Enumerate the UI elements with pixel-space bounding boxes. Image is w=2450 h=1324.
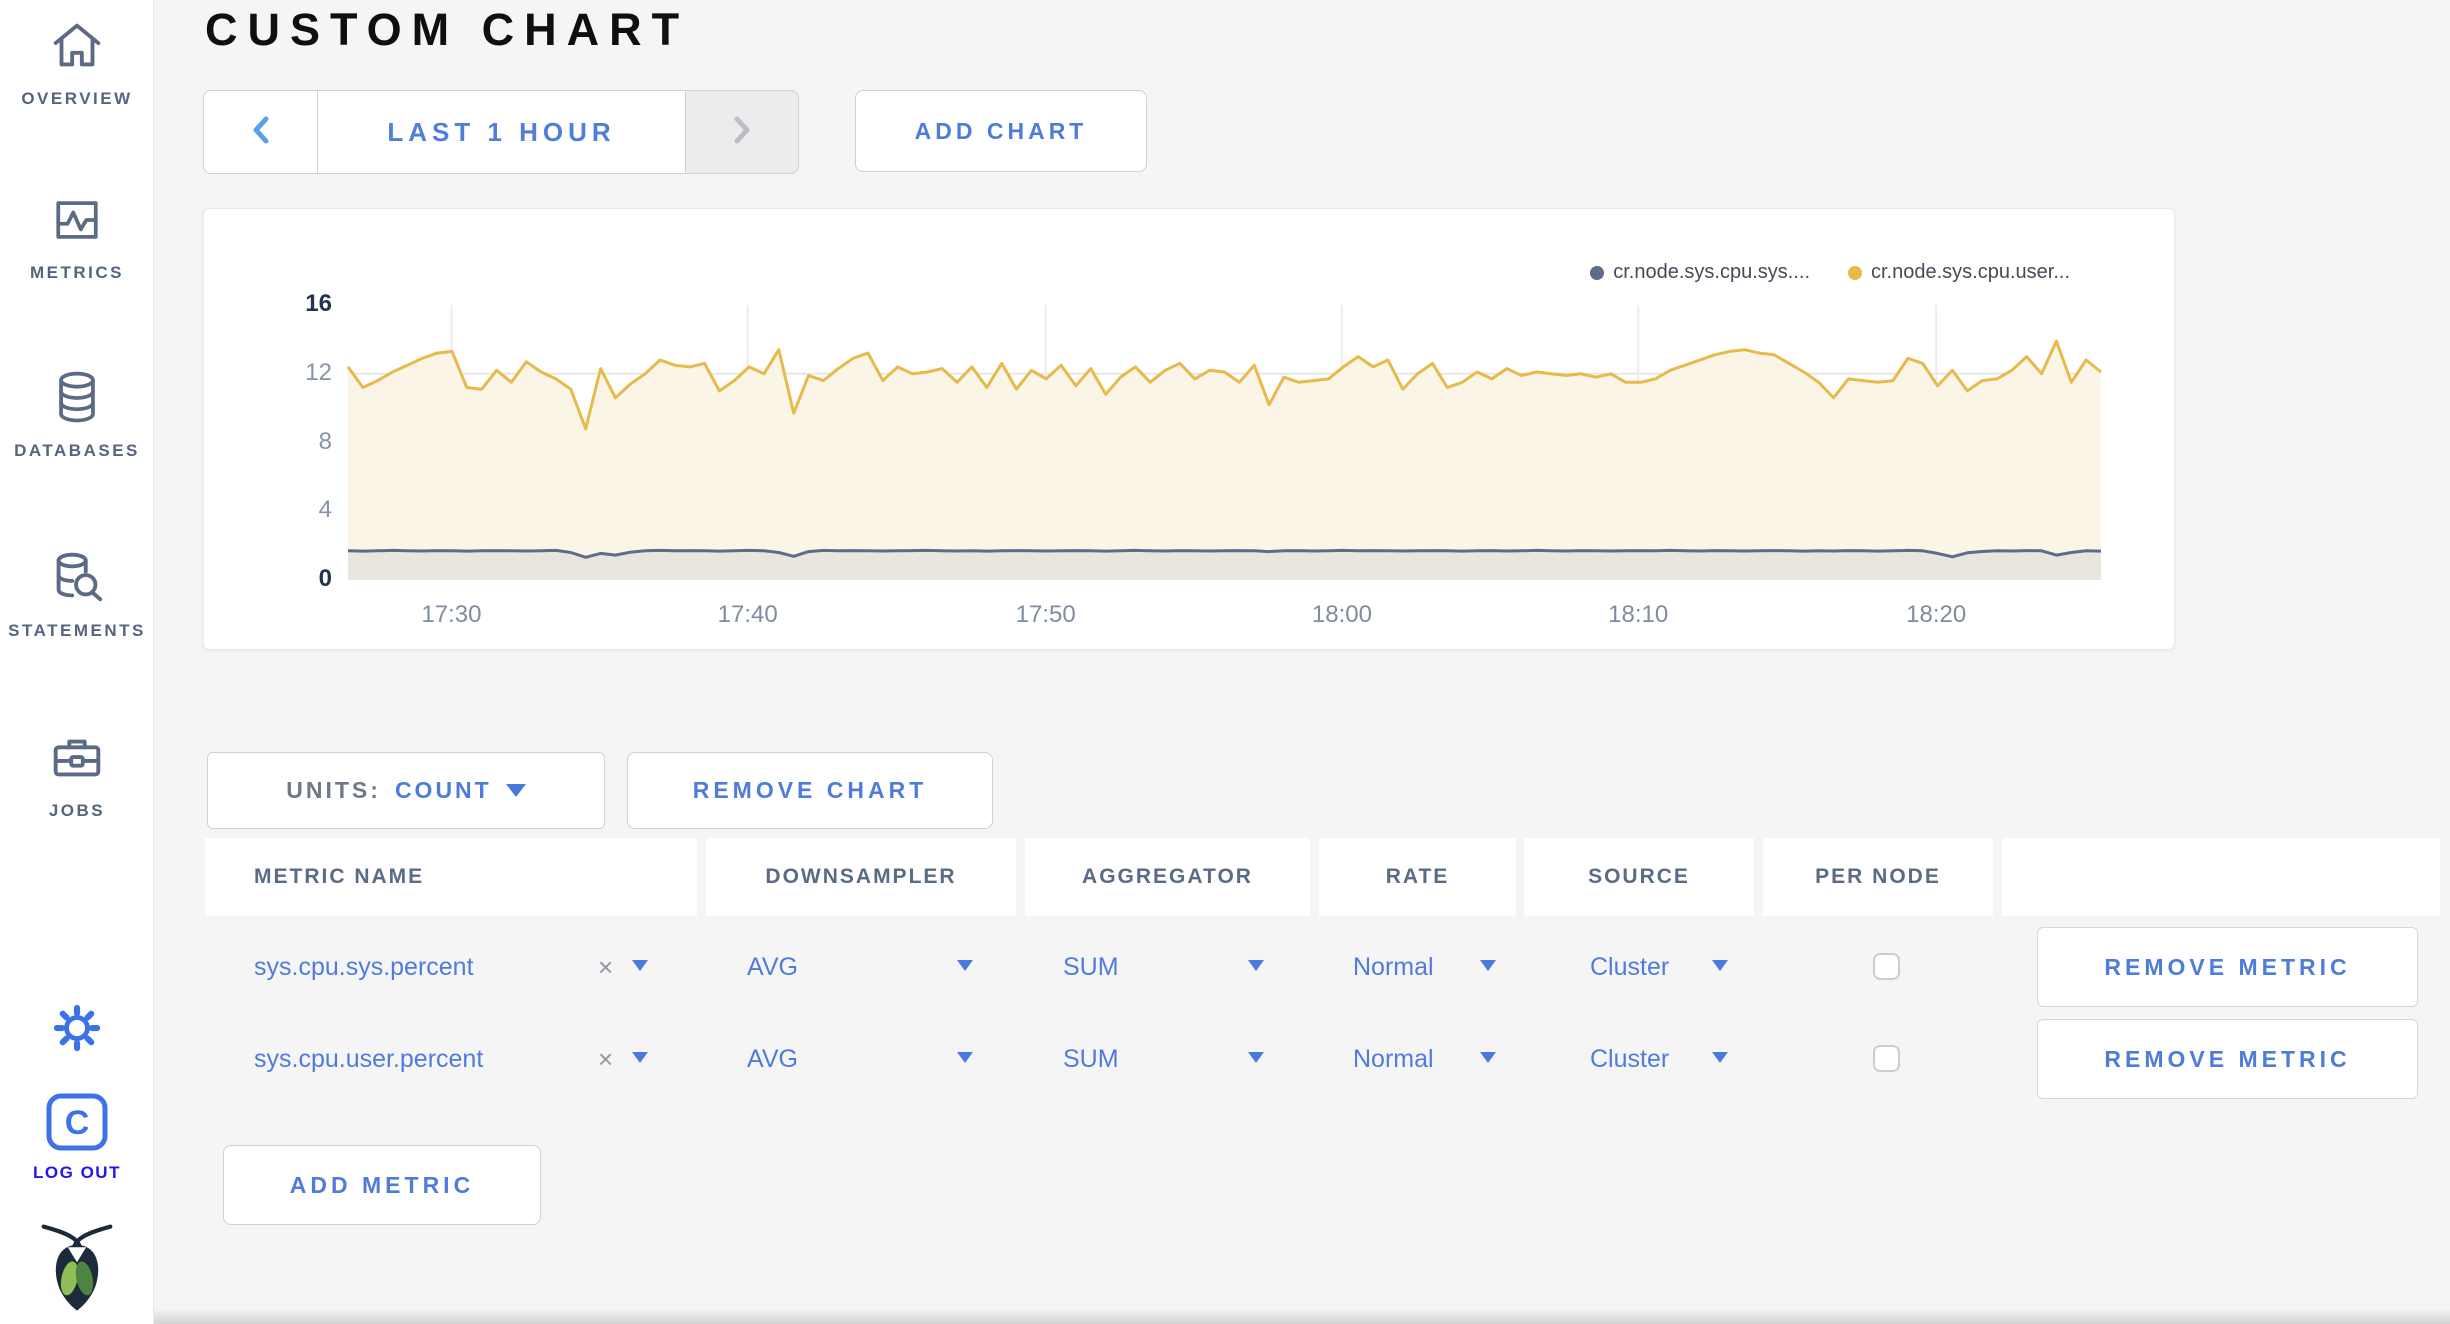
aggregator-caret-icon[interactable] (1248, 960, 1264, 971)
sidebar-item-jobs[interactable]: JOBS (0, 726, 154, 821)
aggregator-value[interactable]: SUM (1063, 1019, 1119, 1099)
home-icon (46, 14, 108, 81)
y-tick-label: 16 (305, 290, 332, 317)
x-tick-label: 18:00 (1311, 601, 1372, 628)
y-tick-label: 12 (305, 358, 332, 386)
legend-item-sys[interactable]: cr.node.sys.cpu.sys.... (1590, 261, 1810, 284)
column-header-source: SOURCE (1524, 838, 1754, 916)
y-tick-label: 0 (318, 565, 332, 592)
column-header-per-node: PER NODE (1763, 838, 1993, 916)
metric-name-value[interactable]: sys.cpu.sys.percent (254, 927, 474, 1007)
gear-icon (49, 1000, 105, 1061)
time-window-value[interactable]: LAST 1 HOUR (317, 90, 685, 174)
units-dropdown[interactable]: UNITS: COUNT (207, 752, 605, 829)
rate-caret-icon[interactable] (1480, 1052, 1496, 1063)
column-header-metric-name: METRIC NAME (205, 838, 697, 916)
add-chart-button[interactable]: ADD CHART (855, 90, 1147, 172)
source-value[interactable]: Cluster (1590, 1019, 1669, 1099)
add-metric-button[interactable]: ADD METRIC (223, 1145, 541, 1225)
legend-dot-icon (1590, 265, 1605, 280)
chevron-left-icon (250, 115, 272, 150)
chevron-down-icon (505, 784, 526, 797)
sidebar-item-metrics[interactable]: METRICS (0, 190, 154, 283)
sidebar-item-label: METRICS (30, 263, 124, 282)
aggregator-value[interactable]: SUM (1063, 927, 1119, 1007)
sidebar-item-label: STATEMENTS (8, 621, 146, 640)
time-window-selector: LAST 1 HOUR (203, 90, 799, 174)
legend-label: cr.node.sys.cpu.user... (1871, 261, 2070, 283)
aggregator-caret-icon[interactable] (1248, 1052, 1264, 1063)
svg-text:C: C (65, 1104, 90, 1142)
per-node-checkbox[interactable] (1873, 1045, 1900, 1072)
y-tick-label: 4 (318, 496, 332, 524)
chart-card: 0 4 8 12 16 17:30 17:40 17:50 18:00 18:10 18:20 c… (203, 208, 2175, 650)
metric-name-value[interactable]: sys.cpu.user.percent (254, 1019, 483, 1099)
logout-label: LOG OUT (33, 1163, 121, 1182)
column-header-rate: RATE (1319, 838, 1516, 916)
chart-legend: cr.node.sys.cpu.sys.... cr.node.sys.cpu.… (1590, 261, 2070, 284)
briefcase-icon (46, 726, 108, 793)
y-tick-label: 8 (318, 427, 332, 455)
table-row: sys.cpu.user.percent × AVG SUM Normal Cl… (205, 1019, 2440, 1099)
settings-button[interactable] (0, 1000, 154, 1061)
legend-item-user[interactable]: cr.node.sys.cpu.user... (1848, 261, 2070, 284)
sidebar-item-label: DATABASES (14, 441, 140, 460)
sidebar-item-databases[interactable]: DATABASES (0, 366, 154, 461)
x-tick-label: 18:10 (1608, 601, 1669, 628)
downsampler-value[interactable]: AVG (747, 1019, 798, 1099)
time-window-prev-button[interactable] (203, 90, 317, 174)
rate-value[interactable]: Normal (1353, 1019, 1434, 1099)
clear-metric-icon[interactable]: × (598, 927, 613, 1007)
sidebar-item-label: JOBS (48, 801, 106, 820)
page-title: CUSTOM CHART (205, 4, 690, 55)
sidebar-item-overview[interactable]: OVERVIEW (0, 14, 154, 109)
units-value: COUNT (394, 777, 492, 803)
rate-caret-icon[interactable] (1480, 960, 1496, 971)
remove-metric-button[interactable]: REMOVE METRIC (2037, 1019, 2418, 1099)
x-tick-label: 17:50 (1015, 601, 1076, 628)
units-label: UNITS: (286, 777, 381, 803)
bottom-scroll-shadow (154, 1308, 2450, 1324)
time-window-next-button[interactable] (685, 90, 799, 174)
sidebar: OVERVIEW METRICS DATABASES STATEMENTS JO… (0, 0, 154, 1324)
legend-dot-icon (1848, 265, 1862, 280)
rate-value[interactable]: Normal (1353, 927, 1434, 1007)
column-header-downsampler: DOWNSAMPLER (706, 838, 1016, 916)
downsampler-caret-icon[interactable] (957, 1052, 973, 1063)
table-row: sys.cpu.sys.percent × AVG SUM Normal Clu… (205, 927, 2440, 1007)
column-header-aggregator: AGGREGATOR (1025, 838, 1310, 916)
logout-button[interactable]: C LOG OUT (0, 1092, 154, 1183)
cockroach-c-icon: C (45, 1092, 109, 1157)
legend-label: cr.node.sys.cpu.sys.... (1613, 261, 1810, 283)
source-value[interactable]: Cluster (1590, 927, 1669, 1007)
remove-chart-button[interactable]: REMOVE CHART (627, 752, 993, 829)
downsampler-value[interactable]: AVG (747, 927, 798, 1007)
x-tick-label: 17:30 (421, 601, 482, 628)
remove-metric-button[interactable]: REMOVE METRIC (2037, 927, 2418, 1007)
per-node-checkbox[interactable] (1873, 953, 1900, 980)
column-header-actions (2002, 838, 2440, 916)
metric-dropdown-caret-icon[interactable] (632, 960, 648, 971)
metrics-icon (47, 190, 107, 255)
x-tick-label: 18:20 (1906, 601, 1967, 628)
statements-icon (46, 546, 108, 613)
source-caret-icon[interactable] (1712, 1052, 1728, 1063)
x-tick-label: 17:40 (717, 601, 778, 628)
clear-metric-icon[interactable]: × (598, 1019, 613, 1099)
source-caret-icon[interactable] (1712, 960, 1728, 971)
sidebar-item-statements[interactable]: STATEMENTS (0, 546, 154, 641)
sidebar-item-label: OVERVIEW (21, 89, 133, 108)
metric-dropdown-caret-icon[interactable] (632, 1052, 648, 1063)
cockroach-logo (0, 1222, 154, 1319)
cockroach-bug-icon (34, 1222, 120, 1319)
downsampler-caret-icon[interactable] (957, 960, 973, 971)
database-icon (47, 366, 107, 433)
chevron-right-icon (731, 115, 753, 150)
